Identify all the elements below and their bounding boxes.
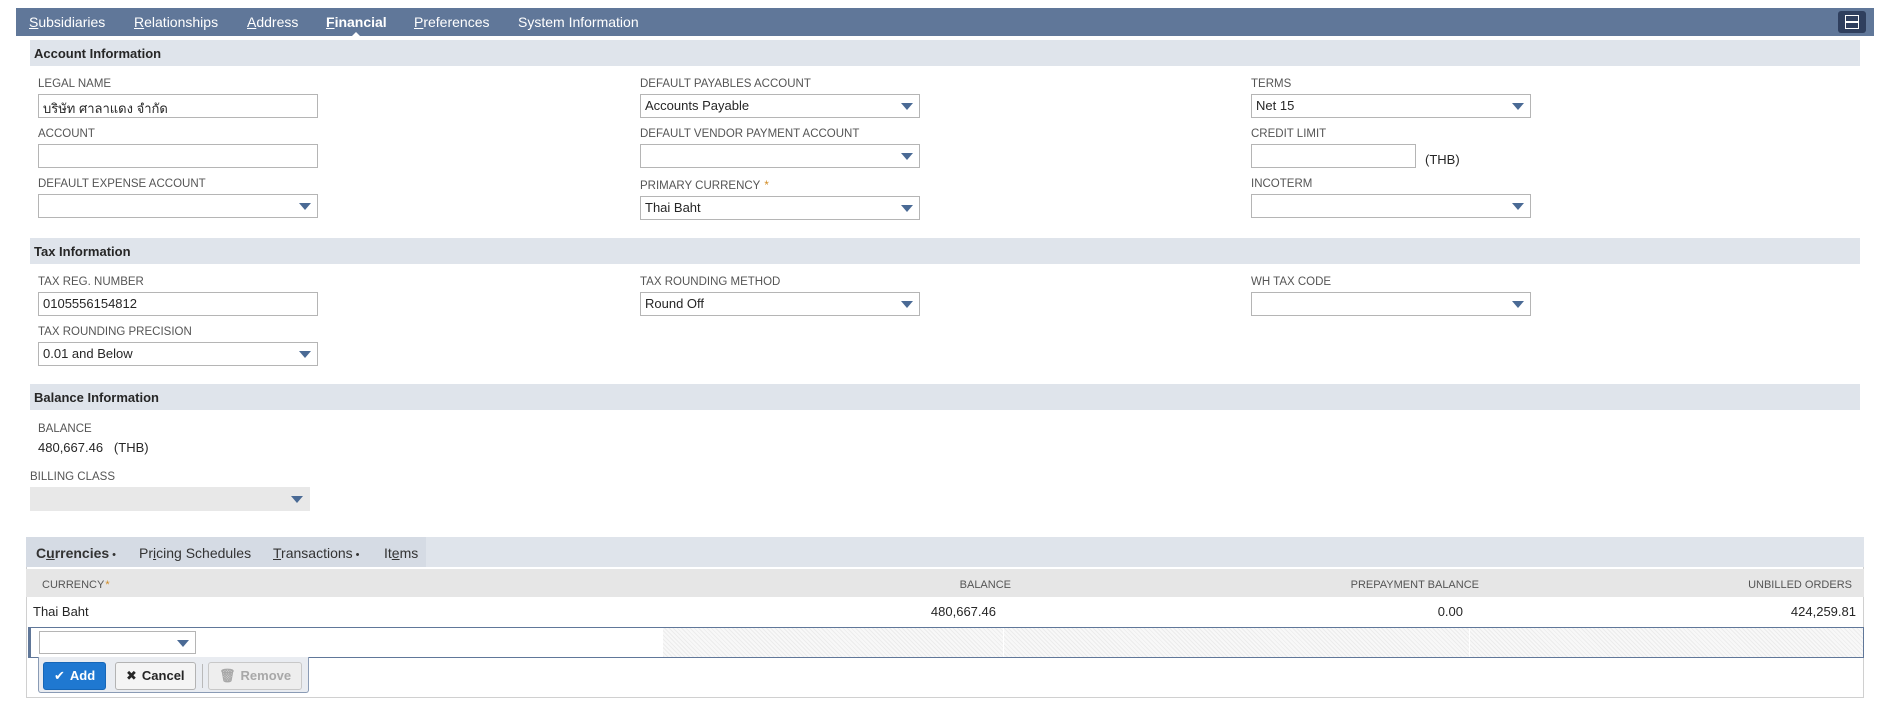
tab-address[interactable]: Address [247,14,298,30]
sublist-tab-bar: Currencies • Pricing Schedules Transactio… [26,537,1864,567]
chevron-down-icon [299,351,311,358]
balance-value: 480,667.46 (THB) [38,440,149,455]
header-prepayment-balance: PREPAYMENT BALANCE [1350,579,1479,591]
required-marker: * [764,180,769,192]
tax-rounding-method-select[interactable]: Round Off [640,292,920,316]
legal-name-input[interactable]: บริษัท ศาลาแดง จำกัด [38,94,318,118]
wh-tax-code-select[interactable] [1251,292,1531,316]
chevron-down-icon [1512,203,1524,210]
credit-limit-unit: (THB) [1425,152,1460,167]
tax-reg-number-label: TAX REG. NUMBER [38,276,144,288]
x-icon: ✖ [126,668,137,683]
incoterm-select[interactable] [1251,194,1531,218]
balance-label: BALANCE [38,423,92,435]
cell-balance: 480,667.46 [930,604,996,619]
subtab-pricing-schedules[interactable]: Pricing Schedules [139,545,251,561]
default-expense-account-select[interactable] [38,194,318,218]
new-currency-select[interactable] [39,631,196,654]
tab-system-information[interactable]: System Information [518,14,639,30]
top-tab-bar: Subsidiaries Relationships Address Finan… [16,8,1874,38]
billing-class-select [30,487,310,511]
chevron-down-icon [1512,301,1524,308]
new-line-edit-row[interactable] [28,627,1864,658]
add-button[interactable]: ✔ Add [43,662,107,690]
tab-relationships[interactable]: Relationships [134,14,218,30]
default-vendor-payment-account-label: DEFAULT VENDOR PAYMENT ACCOUNT [640,128,860,140]
credit-limit-label: CREDIT LIMIT [1251,128,1327,140]
line-button-bar: ✔ Add ✖ Cancel 🗑 Remove [38,657,309,693]
terms-label: TERMS [1251,78,1292,90]
chevron-down-icon [901,301,913,308]
credit-limit-input[interactable] [1251,144,1416,168]
grid-header-row: CURRENCY* BALANCE PREPAYMENT BALANCE UNB… [26,569,1864,597]
chevron-down-icon [1512,103,1524,110]
account-input[interactable] [38,144,318,168]
account-label: ACCOUNT [38,128,95,140]
check-icon: ✔ [54,668,65,683]
terms-select[interactable]: Net 15 [1251,94,1531,118]
primary-currency-select[interactable]: Thai Baht [640,196,920,220]
subtab-currencies[interactable]: Currencies • [36,545,116,561]
header-currency: CURRENCY* [42,579,110,591]
subtab-items[interactable]: Items [384,545,418,561]
wh-tax-code-label: WH TAX CODE [1251,276,1332,288]
tax-reg-number-input[interactable]: 0105556154812 [38,292,318,316]
incoterm-label: INCOTERM [1251,178,1313,190]
header-unbilled-orders: UNBILLED ORDERS [1748,579,1852,591]
layout-toggle-icon[interactable] [1838,11,1866,33]
tax-rounding-method-label: TAX ROUNDING METHOD [640,276,781,288]
subtab-transactions[interactable]: Transactions • [273,545,360,561]
tab-financial[interactable]: Financial [326,14,387,38]
default-payables-account-label: DEFAULT PAYABLES ACCOUNT [640,78,811,90]
default-expense-account-label: DEFAULT EXPENSE ACCOUNT [38,178,206,190]
default-vendor-payment-account-select[interactable] [640,144,920,168]
tax-rounding-precision-label: TAX ROUNDING PRECISION [38,326,192,338]
trash-icon: 🗑 [219,668,236,683]
chevron-down-icon [299,203,311,210]
chevron-down-icon [901,103,913,110]
billing-class-label: BILLING CLASS [30,471,116,483]
primary-currency-label: PRIMARY CURRENCY * [640,180,769,192]
section-account-information: Account Information [30,40,1860,66]
cancel-button[interactable]: ✖ Cancel [115,662,196,690]
cell-currency: Thai Baht [33,604,89,619]
legal-name-label: LEGAL NAME [38,78,112,90]
tax-rounding-precision-select[interactable]: 0.01 and Below [38,342,318,366]
chevron-down-icon [901,205,913,212]
chevron-down-icon [177,640,189,647]
default-payables-account-select[interactable]: Accounts Payable [640,94,920,118]
section-balance-information: Balance Information [30,384,1860,410]
remove-button[interactable]: 🗑 Remove [208,662,303,690]
header-balance: BALANCE [959,579,1011,591]
section-tax-information: Tax Information [30,238,1860,264]
chevron-down-icon [901,153,913,160]
tab-subsidiaries[interactable]: Subsidiaries [29,14,105,30]
cell-prepayment-balance: 0.00 [1437,604,1463,619]
cell-unbilled-orders: 424,259.81 [1790,604,1856,619]
chevron-down-icon [291,496,303,503]
tab-preferences[interactable]: Preferences [414,14,490,30]
